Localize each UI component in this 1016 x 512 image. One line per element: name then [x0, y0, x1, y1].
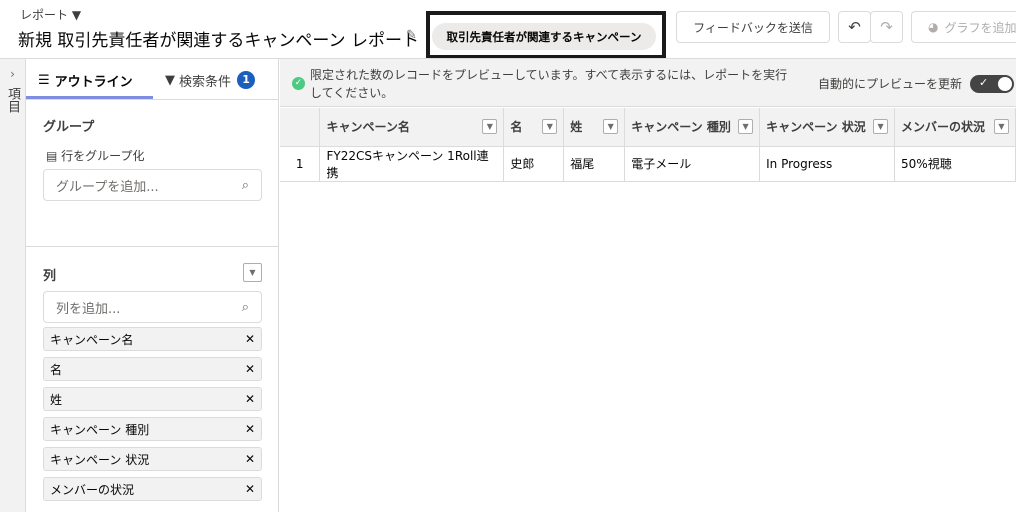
edit-pencil-icon[interactable]: ✎	[406, 28, 417, 43]
column-header[interactable]: 姓 ▼	[563, 108, 626, 147]
tab-filters-label: 検索条件	[179, 74, 232, 90]
redo-button[interactable]: ↷	[870, 11, 903, 43]
column-item[interactable]: キャンペーン 状況 ✕	[43, 447, 262, 471]
add-column-placeholder: 列を追加...	[56, 301, 121, 317]
remove-icon[interactable]: ✕	[245, 452, 255, 466]
row-group-label: ▤ 行をグループ化	[46, 147, 144, 164]
column-header[interactable]: キャンペーン 状況 ▼	[759, 108, 896, 147]
fields-strip[interactable]: › 項目	[0, 59, 26, 512]
fields-label: 項目	[5, 87, 20, 113]
column-item-label: 姓	[50, 392, 63, 407]
add-chart-button[interactable]: ◕ グラフを追加	[911, 11, 1016, 43]
column-item-label: キャンペーン 状況	[50, 452, 150, 467]
toggle-knob	[998, 77, 1012, 91]
feedback-button[interactable]: フィードバックを送信	[676, 11, 830, 43]
add-group-input[interactable]: グループを追加... ⌕	[43, 169, 262, 201]
preview-message: 限定された数のレコードをプレビューしています。すべて表示するには、レポートを実行…	[310, 68, 788, 100]
table-cell: 史郎	[503, 146, 565, 182]
table-cell: 電子メール	[624, 146, 761, 182]
column-item-label: キャンペーン名	[50, 332, 134, 347]
preview-bar: ✓ 限定された数のレコードをプレビューしています。すべて表示するには、レポートを…	[280, 59, 1016, 107]
tab-outline-label: アウトライン	[54, 74, 133, 90]
remove-icon[interactable]: ✕	[245, 392, 255, 406]
add-column-input[interactable]: 列を追加... ⌕	[43, 291, 262, 323]
row-number-header	[280, 108, 321, 147]
column-item[interactable]: 名 ✕	[43, 357, 262, 381]
tab-outline[interactable]: ☰ アウトライン	[38, 62, 133, 98]
column-item[interactable]: メンバーの状況 ✕	[43, 477, 262, 501]
search-icon: ⌕	[241, 177, 249, 193]
column-header[interactable]: メンバーの状況 ▼	[894, 108, 1016, 147]
remove-icon[interactable]: ✕	[245, 422, 255, 436]
column-header-label: キャンペーン 状況	[766, 120, 866, 135]
column-header[interactable]: キャンペーン 種別 ▼	[624, 108, 761, 147]
auto-update-label: 自動的にプレビューを更新	[818, 77, 963, 91]
column-item[interactable]: 姓 ✕	[43, 387, 262, 411]
filter-icon: ▼	[165, 72, 175, 88]
remove-icon[interactable]: ✕	[245, 332, 255, 346]
divider	[26, 99, 278, 100]
remove-icon[interactable]: ✕	[245, 362, 255, 376]
page-title: 新規 取引先責任者が関連するキャンペーン レポート	[18, 31, 419, 51]
column-item-label: キャンペーン 種別	[50, 422, 150, 437]
breadcrumb[interactable]: レポート ▼	[20, 6, 81, 23]
undo-button[interactable]: ↶	[838, 11, 871, 43]
columns-title: 列	[43, 269, 57, 284]
success-check-icon: ✓	[292, 77, 305, 90]
undo-icon: ↶	[848, 18, 861, 36]
rows-icon: ▤	[46, 149, 58, 163]
column-menu-icon[interactable]: ▼	[994, 119, 1009, 135]
column-item-label: 名	[50, 362, 63, 377]
add-chart-label: グラフを追加	[944, 20, 1016, 35]
table-row: 1 FY22CSキャンペーン 1Roll連携 史郎 福尾 電子メール In Progres…	[280, 146, 1016, 182]
check-icon: ✓	[979, 76, 989, 89]
chevron-right-icon[interactable]: ›	[0, 67, 25, 81]
table-cell: In Progress	[759, 146, 896, 182]
column-header-label: 名	[510, 120, 523, 135]
table-cell: 50%視聴	[894, 146, 1016, 182]
preview-table: キャンペーン名 ▼ 名 ▼ 姓 ▼ キャンペーン 種別 ▼ キャンペーン 状況 ▼ メンバーの状況 ▼…	[280, 108, 1016, 182]
group-title: グループ	[43, 120, 95, 135]
divider	[26, 246, 278, 247]
chevron-down-icon: ▼	[71, 8, 82, 22]
report-type-pill: 取引先責任者が関連するキャンペーン	[432, 23, 656, 50]
remove-icon[interactable]: ✕	[245, 482, 255, 496]
table-cell: FY22CSキャンペーン 1Roll連携	[319, 146, 505, 182]
column-header-label: メンバーの状況	[901, 120, 986, 135]
breadcrumb-label: レポート	[20, 8, 69, 22]
search-icon: ⌕	[241, 299, 249, 315]
redo-icon: ↷	[880, 18, 893, 36]
column-menu-icon[interactable]: ▼	[738, 119, 754, 135]
add-group-placeholder: グループを追加...	[56, 179, 159, 195]
column-item[interactable]: キャンペーン名 ✕	[43, 327, 262, 351]
chart-icon: ◕	[928, 20, 939, 34]
column-header-label: キャンペーン名	[326, 120, 410, 135]
column-item[interactable]: キャンペーン 種別 ✕	[43, 417, 262, 441]
auto-update-toggle[interactable]: ✓	[970, 75, 1014, 93]
column-menu-icon[interactable]: ▼	[542, 119, 558, 135]
row-number: 1	[280, 146, 321, 182]
table-cell: 福尾	[563, 146, 626, 182]
column-menu-icon[interactable]: ▼	[873, 119, 889, 135]
column-item-label: メンバーの状況	[50, 482, 135, 497]
column-menu-icon[interactable]: ▼	[603, 119, 619, 135]
column-header-label: キャンペーン 種別	[631, 120, 731, 135]
column-header-label: 姓	[570, 120, 583, 135]
tab-filters[interactable]: ▼ 検索条件 1	[165, 62, 256, 98]
column-header[interactable]: キャンペーン名 ▼	[319, 108, 505, 147]
column-header[interactable]: 名 ▼	[503, 108, 565, 147]
list-icon: ☰	[38, 72, 50, 88]
column-menu-icon[interactable]: ▼	[482, 119, 498, 135]
columns-menu-button[interactable]: ▼	[243, 263, 262, 282]
filter-count-badge: 1	[237, 71, 256, 89]
row-group-text: 行をグループ化	[61, 149, 145, 163]
